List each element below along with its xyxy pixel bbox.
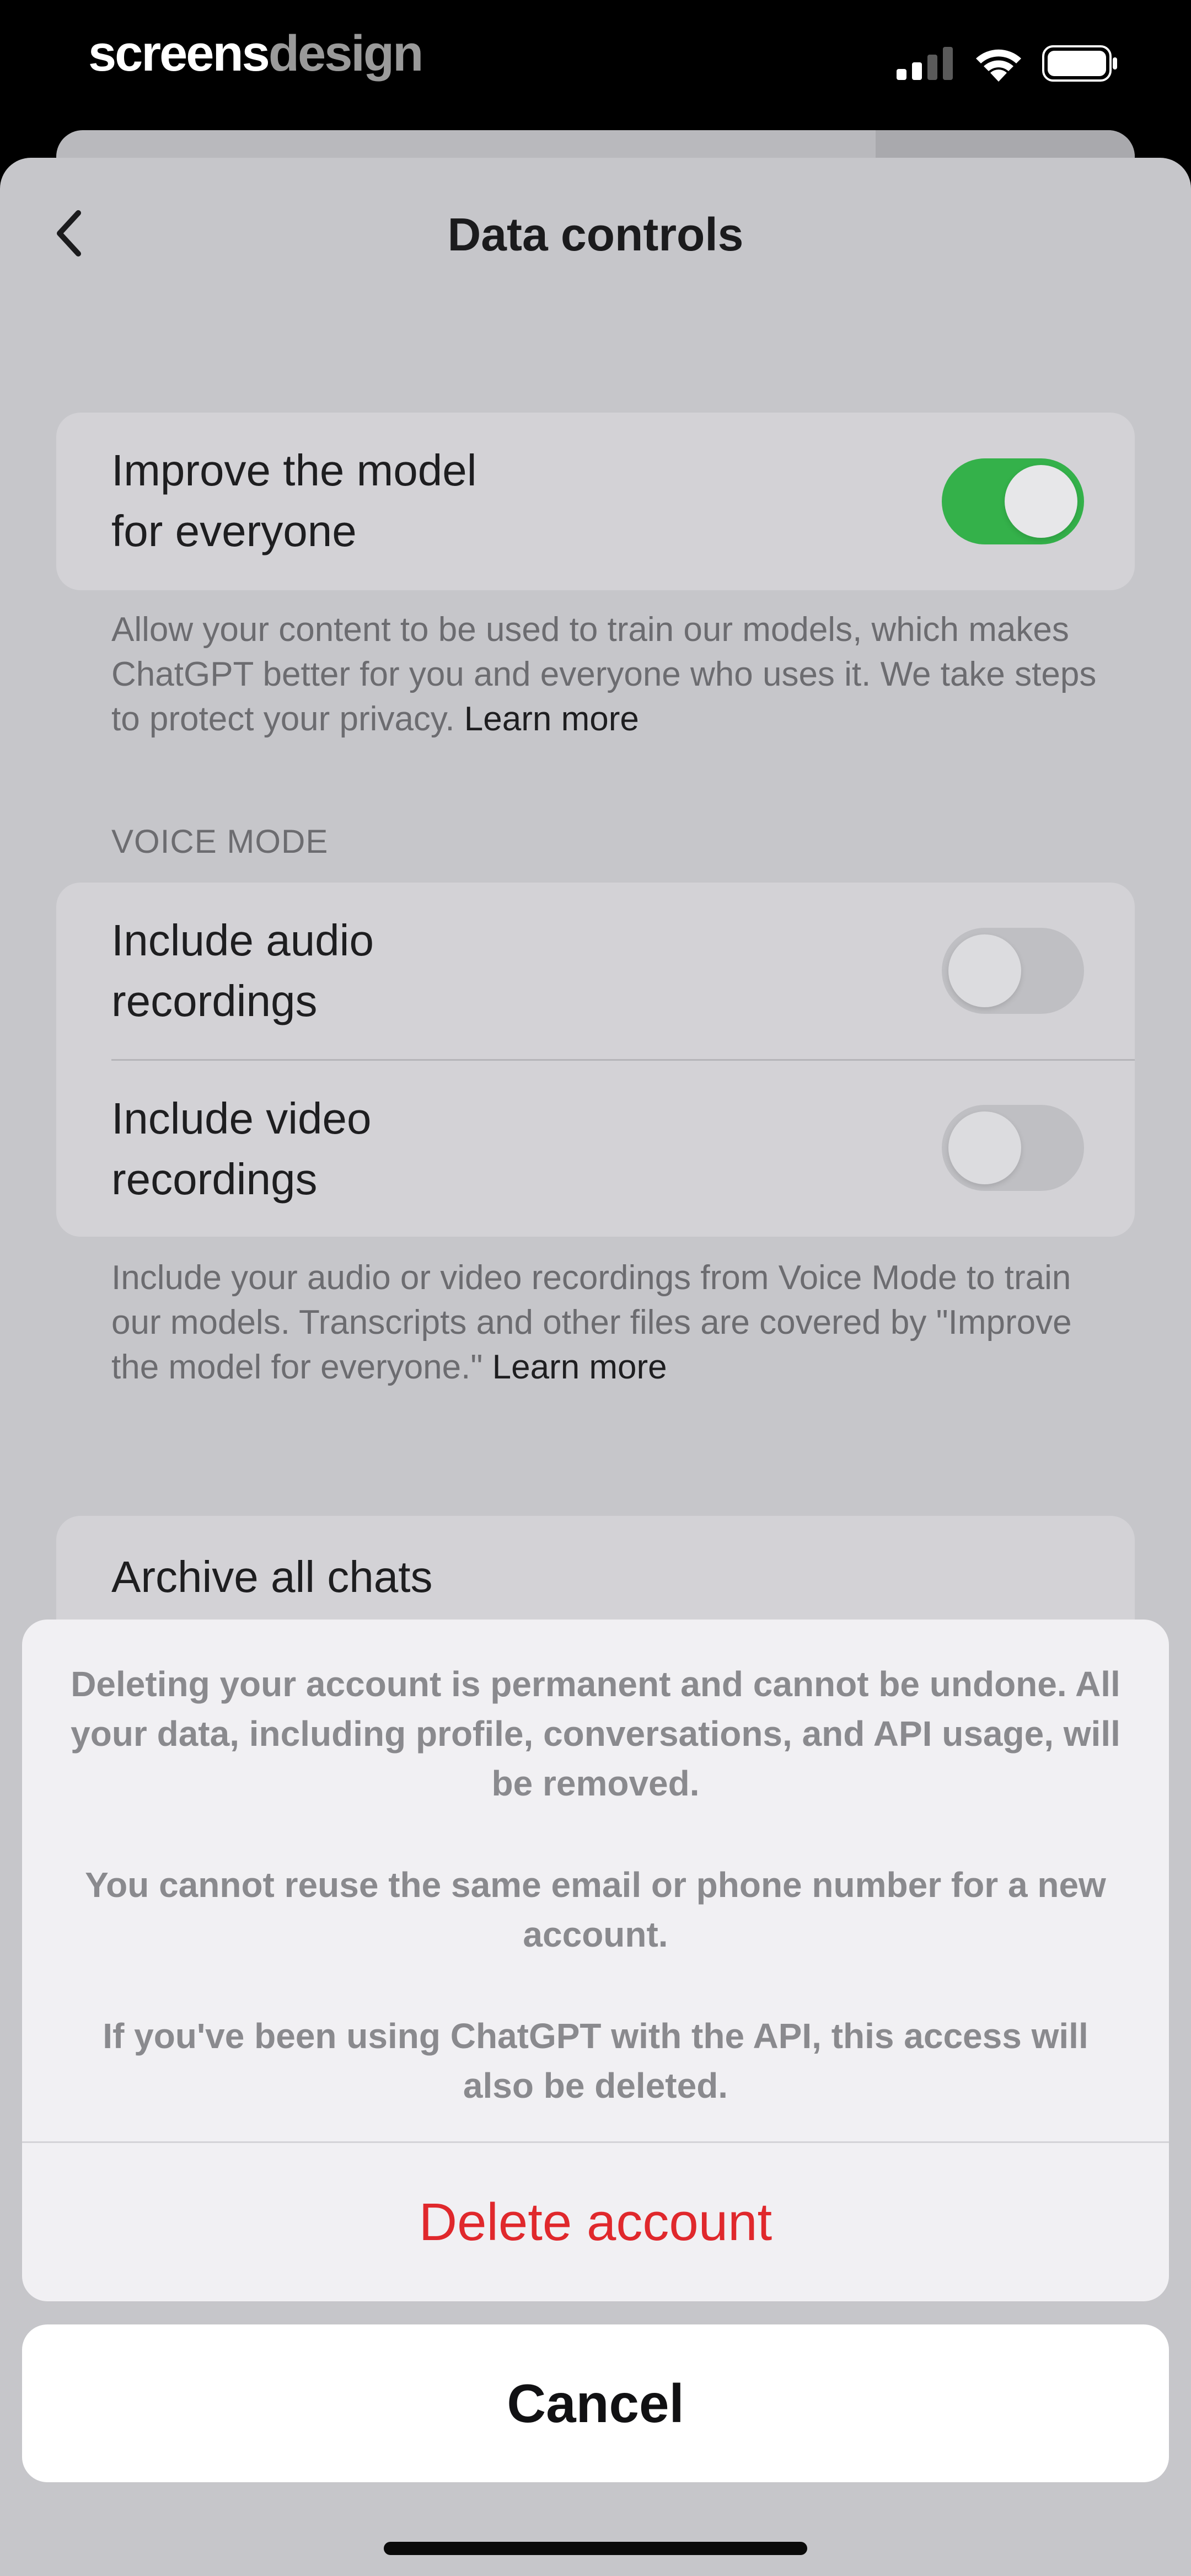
action-sheet-message-permanent: Deleting your account is permanent and c… <box>71 1664 1120 1803</box>
archive-all-chats-label: Archive all chats <box>111 1552 433 1601</box>
toggle-knob <box>948 934 1021 1007</box>
status-icons <box>897 45 1119 84</box>
signal-icon <box>897 47 955 83</box>
include-audio-label-line2: recordings <box>111 976 318 1025</box>
include-video-row[interactable]: Include video recordings <box>56 1061 1135 1237</box>
include-audio-toggle[interactable] <box>942 928 1084 1014</box>
include-video-label: Include video recordings <box>111 1088 828 1210</box>
home-indicator[interactable] <box>384 2542 807 2555</box>
voice-mode-footnote: Include your audio or video recordings f… <box>111 1255 1104 1389</box>
voice-mode-card: Include audio recordings Include video r… <box>56 883 1135 1237</box>
improve-model-learn-more-link[interactable]: Learn more <box>464 700 639 738</box>
battery-icon <box>1042 45 1119 84</box>
improve-model-row[interactable]: Improve the model for everyone <box>56 413 1135 590</box>
cancel-button[interactable]: Cancel <box>22 2324 1169 2482</box>
action-sheet-message-api: If you've been using ChatGPT with the AP… <box>103 2016 1088 2105</box>
watermark-part-screens: screens <box>88 25 270 82</box>
improve-model-label: Improve the model for everyone <box>111 440 828 562</box>
wifi-icon <box>974 45 1023 84</box>
voice-mode-learn-more-link[interactable]: Learn more <box>492 1348 667 1386</box>
action-sheet-message: Deleting your account is permanent and c… <box>66 1659 1125 2110</box>
toggle-knob <box>1005 465 1077 538</box>
status-bar: screensdesign <box>0 0 1191 132</box>
include-audio-row[interactable]: Include audio recordings <box>56 883 1135 1059</box>
include-audio-label: Include audio recordings <box>111 910 828 1032</box>
page-title: Data controls <box>447 209 744 260</box>
watermark-logo: screensdesign <box>88 23 423 84</box>
improve-model-footnote: Allow your content to be used to train o… <box>111 607 1104 741</box>
toggle-knob <box>948 1111 1021 1184</box>
include-video-label-line2: recordings <box>111 1155 318 1204</box>
delete-account-button[interactable]: Delete account <box>22 2143 1169 2301</box>
improve-model-toggle[interactable] <box>942 458 1084 544</box>
improve-model-label-line2: for everyone <box>111 506 357 555</box>
include-audio-label-line1: Include audio <box>111 916 374 965</box>
improve-model-label-line1: Improve the model <box>111 446 477 495</box>
improve-model-card: Improve the model for everyone <box>56 413 1135 590</box>
include-video-toggle[interactable] <box>942 1105 1084 1191</box>
voice-mode-section-header: VOICE MODE <box>111 823 329 860</box>
delete-account-action-sheet: Deleting your account is permanent and c… <box>22 1620 1169 2301</box>
action-sheet-message-reuse: You cannot reuse the same email or phone… <box>85 1865 1106 1954</box>
watermark-part-design: design <box>268 25 423 82</box>
include-video-label-line1: Include video <box>111 1094 372 1143</box>
